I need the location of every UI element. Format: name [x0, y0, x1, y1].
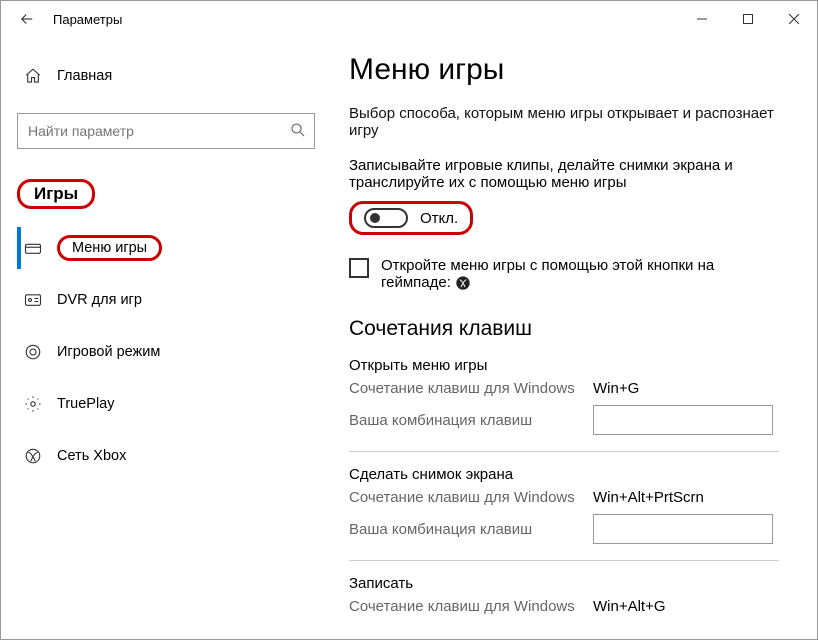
- xbox-button-icon: [455, 275, 471, 291]
- xbox-icon: [23, 446, 43, 466]
- gamepad-open-checkbox[interactable]: [349, 258, 369, 278]
- dvr-icon: [23, 290, 43, 310]
- minimize-button[interactable]: [679, 3, 725, 35]
- search-icon: [289, 121, 307, 144]
- shortcut-group-open: Открыть меню игры Сочетание клавиш для W…: [349, 357, 793, 435]
- record-toggle[interactable]: [364, 208, 408, 228]
- sidebar-item-label: Сеть Xbox: [57, 448, 126, 464]
- game-mode-icon: [23, 342, 43, 362]
- search-box[interactable]: [17, 113, 315, 149]
- trueplay-icon: [23, 394, 43, 414]
- sidebar: Главная Игры Меню игры DVR для игр Игров…: [1, 37, 331, 641]
- shortcut-value: Win+Alt+PrtScrn: [593, 489, 704, 506]
- shortcut-group-screenshot: Сделать снимок экрана Сочетание клавиш д…: [349, 466, 793, 544]
- sidebar-item-xbox-networking[interactable]: Сеть Xbox: [17, 435, 315, 477]
- search-input[interactable]: [17, 113, 315, 149]
- shortcut-value: Win+Alt+G: [593, 598, 666, 615]
- titlebar: Параметры: [1, 1, 817, 37]
- gamepad-open-label: Откройте меню игры с помощью этой кнопки…: [381, 257, 779, 291]
- shortcut-value: Win+G: [593, 380, 639, 397]
- category-header: Игры: [17, 179, 315, 209]
- page-description: Выбор способа, которым меню игры открыва…: [349, 105, 779, 139]
- sidebar-item-game-mode[interactable]: Игровой режим: [17, 331, 315, 373]
- shortcut-group-record: Записать Сочетание клавиш для WindowsWin…: [349, 575, 793, 615]
- toggle-state-label: Откл.: [420, 210, 458, 227]
- window-title: Параметры: [53, 12, 122, 27]
- maximize-button[interactable]: [725, 3, 771, 35]
- sidebar-item-label: TruePlay: [57, 396, 114, 412]
- record-setting-label: Записывайте игровые клипы, делайте снимк…: [349, 157, 779, 191]
- shortcuts-heading: Сочетания клавиш: [349, 317, 793, 341]
- sidebar-item-label: Меню игры: [72, 240, 147, 256]
- back-button[interactable]: [11, 3, 43, 35]
- nav-home[interactable]: Главная: [17, 55, 315, 97]
- sidebar-item-trueplay[interactable]: TruePlay: [17, 383, 315, 425]
- close-button[interactable]: [771, 3, 817, 35]
- shortcut-input-open[interactable]: [593, 405, 773, 435]
- divider: [349, 560, 779, 561]
- nav-home-label: Главная: [57, 68, 112, 84]
- sidebar-item-game-bar[interactable]: Меню игры: [17, 227, 315, 269]
- sidebar-item-label: DVR для игр: [57, 292, 142, 308]
- page-title: Меню игры: [349, 53, 793, 87]
- content-pane: Меню игры Выбор способа, которым меню иг…: [331, 37, 817, 641]
- sidebar-item-label: Игровой режим: [57, 344, 160, 360]
- home-icon: [23, 66, 43, 86]
- divider: [349, 451, 779, 452]
- shortcut-input-screenshot[interactable]: [593, 514, 773, 544]
- sidebar-item-game-dvr[interactable]: DVR для игр: [17, 279, 315, 321]
- game-bar-icon: [23, 238, 43, 258]
